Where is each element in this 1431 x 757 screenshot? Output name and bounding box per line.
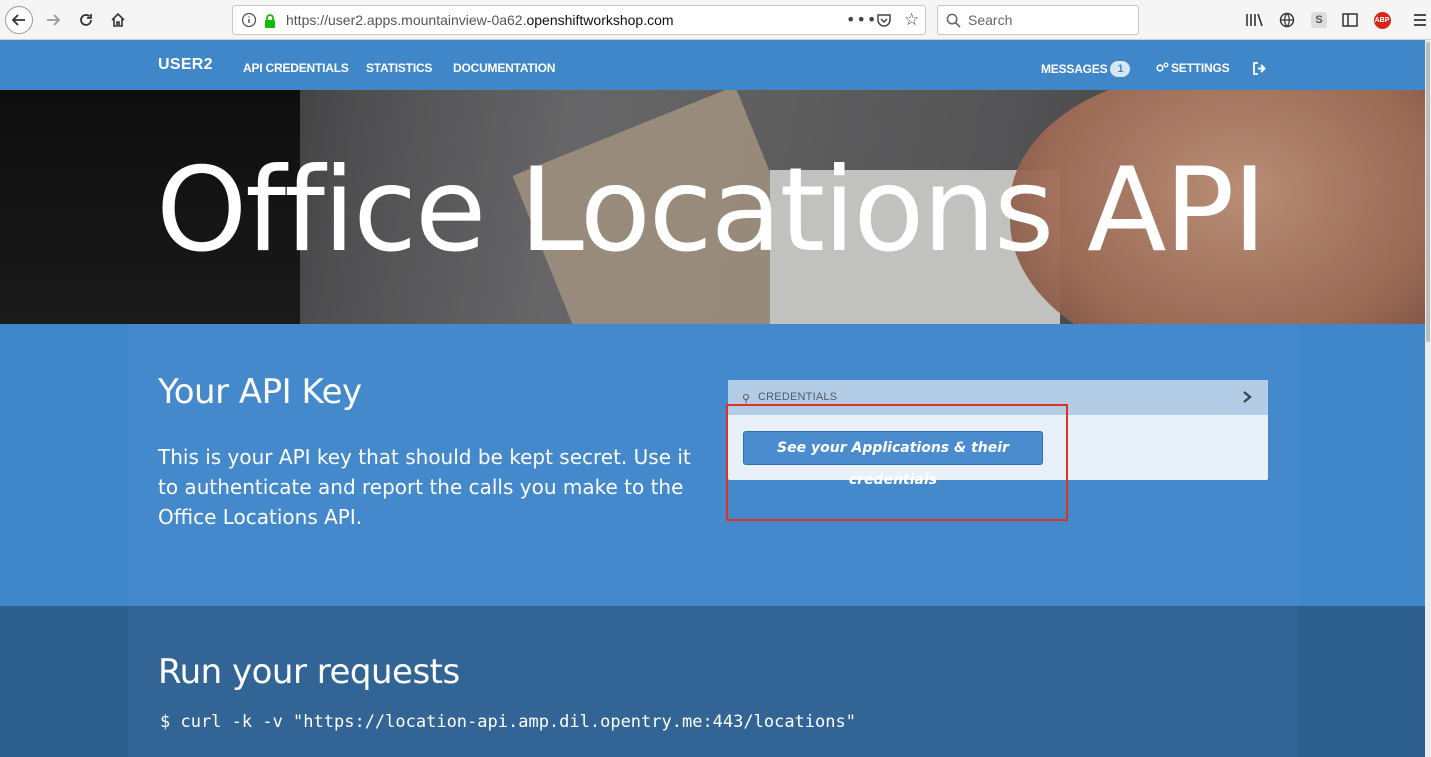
browser-toolbar: https://user2.apps.mountainview-0a62.ope…: [0, 0, 1431, 40]
nav-messages[interactable]: MESSAGES 1: [1041, 61, 1131, 77]
sync-icon[interactable]: S: [1309, 10, 1329, 30]
sync-label: S: [1311, 12, 1327, 28]
top-navigation: USER2 API CREDENTIALS STATISTICS DOCUMEN…: [0, 40, 1425, 90]
highlight-annotation-box: [726, 404, 1068, 521]
url-prefix: https://user2.apps.mountainview-0a62.: [286, 12, 527, 28]
forward-button[interactable]: [39, 6, 67, 34]
curl-command: $ curl -k -v "https://location-api.amp.d…: [160, 712, 856, 732]
search-icon: [946, 13, 961, 28]
chevron-right-icon[interactable]: [1240, 390, 1254, 404]
run-requests-section: Run your requests $ curl -k -v "https://…: [0, 606, 1425, 757]
scrollbar-thumb[interactable]: [1426, 42, 1430, 342]
lock-icon[interactable]: [263, 13, 277, 29]
sign-out-icon[interactable]: [1252, 62, 1267, 75]
library-icon[interactable]: [1244, 10, 1264, 30]
hero-title: Office Locations API: [156, 143, 1267, 278]
globe-icon[interactable]: [1277, 10, 1297, 30]
hero-banner: Office Locations API: [0, 90, 1425, 324]
adblock-icon[interactable]: ABP: [1372, 10, 1392, 30]
page-content: USER2 API CREDENTIALS STATISTICS DOCUMEN…: [0, 40, 1425, 757]
address-bar[interactable]: https://user2.apps.mountainview-0a62.ope…: [232, 5, 926, 35]
page-actions-icon[interactable]: •••: [846, 10, 877, 29]
sidebar-icon[interactable]: [1340, 10, 1360, 30]
page-scrollbar[interactable]: [1425, 40, 1431, 757]
nav-statistics[interactable]: STATISTICS: [366, 61, 432, 75]
adblock-label: ABP: [1373, 11, 1391, 29]
pocket-icon[interactable]: [876, 12, 892, 28]
run-requests-heading: Run your requests: [158, 652, 460, 692]
nav-api-credentials[interactable]: API CREDENTIALS: [243, 61, 349, 75]
back-button[interactable]: [5, 6, 33, 34]
forward-icon: [47, 14, 61, 26]
gears-icon: [1156, 62, 1169, 72]
messages-label: MESSAGES: [1041, 62, 1108, 76]
api-key-heading: Your API Key: [158, 372, 362, 412]
menu-icon[interactable]: [1410, 10, 1430, 30]
bookmark-star-icon[interactable]: ☆: [904, 10, 919, 30]
home-button[interactable]: [104, 6, 132, 34]
url-domain: openshiftworkshop.com: [526, 12, 674, 28]
reload-button[interactable]: [72, 6, 100, 34]
search-input[interactable]: [968, 11, 1128, 29]
url-text[interactable]: https://user2.apps.mountainview-0a62.ope…: [286, 12, 674, 28]
reload-icon: [80, 14, 92, 26]
nav-documentation[interactable]: DOCUMENTATION: [453, 61, 555, 75]
api-key-description: This is your API key that should be kept…: [158, 445, 691, 529]
search-box[interactable]: [937, 5, 1139, 35]
settings-label: SETTINGS: [1171, 61, 1230, 75]
messages-count-badge: 1: [1110, 61, 1131, 77]
back-icon: [11, 14, 25, 26]
info-icon[interactable]: [241, 12, 257, 28]
user-brand[interactable]: USER2: [158, 56, 213, 74]
home-icon: [111, 12, 125, 27]
nav-settings[interactable]: SETTINGS: [1156, 61, 1230, 75]
credentials-header-label: CREDENTIALS: [758, 391, 838, 403]
